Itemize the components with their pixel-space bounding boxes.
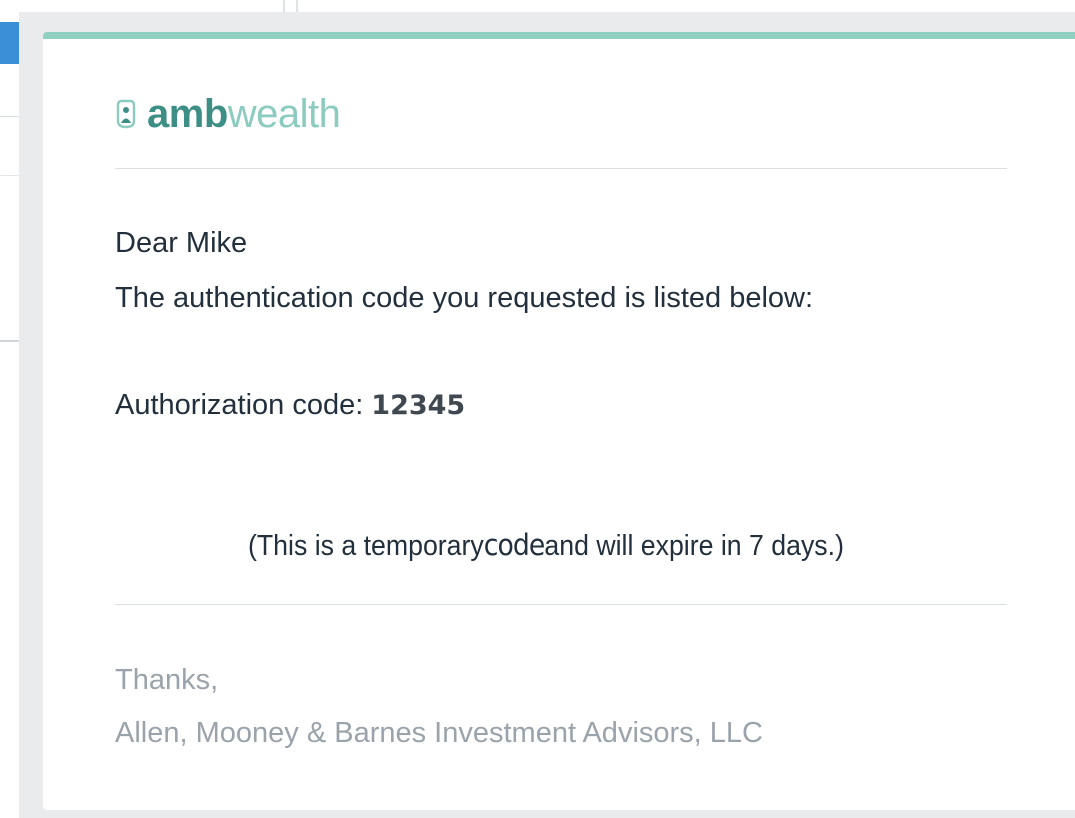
shield-person-icon <box>115 99 137 129</box>
brand-name: ambwealth <box>147 91 341 137</box>
background-divider <box>296 0 298 12</box>
email-card: ambwealth Dear Mike The authentication c… <box>43 32 1075 810</box>
expiry-note: (This is a temporarycodeand will expire … <box>248 528 844 563</box>
auth-code-label: Authorization code: <box>115 389 364 421</box>
background-divider <box>283 0 285 12</box>
brand-logo: ambwealth <box>115 89 341 139</box>
expiry-code-word: code <box>483 528 546 562</box>
header-divider <box>115 168 1007 169</box>
auth-code-value[interactable]: 12345 <box>371 390 465 421</box>
signature-text: Allen, Mooney & Barnes Investment Adviso… <box>115 717 763 749</box>
thanks-text: Thanks, <box>115 664 219 696</box>
expiry-suffix: and will expire in 7 days.) <box>544 530 844 562</box>
auth-code-row: Authorization code: 12345 <box>115 389 465 422</box>
brand-name-bold: amb <box>147 91 228 136</box>
intro-text: The authentication code you requested is… <box>115 282 814 314</box>
brand-name-light: wealth <box>227 91 341 136</box>
footer-divider <box>115 604 1007 605</box>
greeting-text: Dear Mike <box>115 227 248 259</box>
expiry-prefix: (This is a temporary <box>248 530 484 562</box>
screen: ambwealth Dear Mike The authentication c… <box>0 0 1075 818</box>
